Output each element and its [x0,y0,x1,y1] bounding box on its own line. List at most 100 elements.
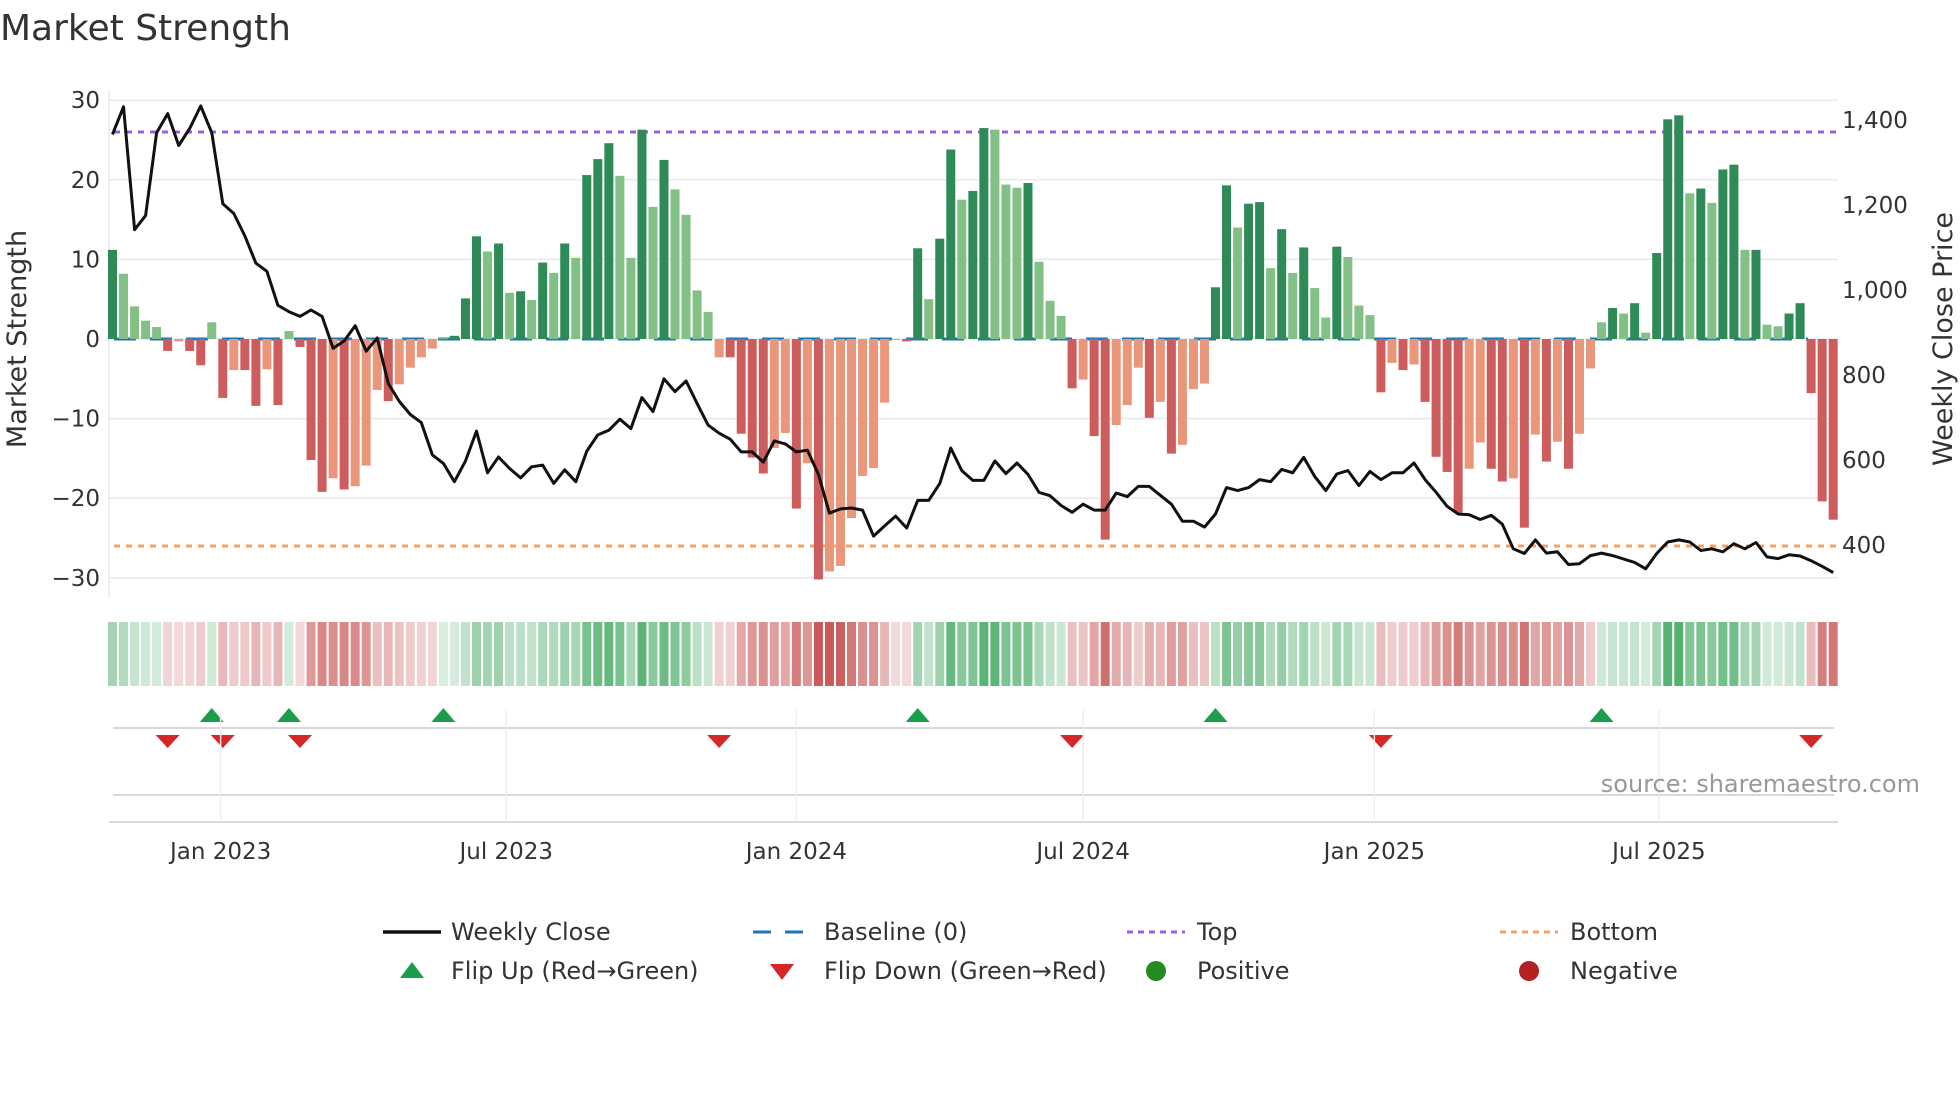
legend-label: Bottom [1570,918,1658,946]
strength-bar [284,331,294,339]
heatmap-cell [339,622,349,686]
heatmap-cell [471,622,481,686]
y-tick-label: −10 [51,407,100,433]
heatmap-cell [1111,622,1121,686]
strength-bar [725,339,735,358]
strength-bar [582,175,592,339]
flip-down-icon [707,735,732,748]
strength-bar [405,339,415,368]
strength-bar [946,149,956,339]
strength-bar [1354,305,1364,339]
heatmap-cell [438,622,448,686]
heatmap-cell [835,622,845,686]
strength-bar [108,249,117,339]
heatmap-cell [1012,622,1022,686]
strength-bar [1420,339,1430,402]
heatmap-cell [1641,622,1651,686]
strength-bar [1530,339,1540,435]
heatmap-cell [328,622,338,686]
strength-bar [1442,339,1452,472]
heatmap-cell [1067,622,1077,686]
heatmap-cell [703,622,713,686]
heatmap-cell [681,622,691,686]
heatmap-cell [758,622,768,686]
heatmap-cell [1508,622,1518,686]
x-tick-label: Jan 2024 [744,839,847,865]
strength-bar [1751,249,1761,339]
strength-bar [968,190,978,339]
heatmap-cell [174,622,184,686]
strength-bar [1199,339,1209,384]
heatmap-cell [1762,622,1772,686]
strength-bar [1552,339,1562,442]
heatmap-cell [1442,622,1452,686]
legend-triangle-up-icon [400,962,424,978]
heatmap-cell [1398,622,1408,686]
flip-up-icon [905,708,930,722]
strength-bar [350,339,360,487]
strength-bar [1034,261,1044,339]
heatmap-cell [659,622,669,686]
heatmap-cell [273,622,283,686]
heatmap-cell [1784,622,1794,686]
strength-bar [1155,339,1165,402]
strength-bar [1144,339,1154,418]
heatmap-cell [1740,622,1750,686]
heatmap-cell [1244,622,1254,686]
heatmap-cell [1729,622,1739,686]
heatmap-cell [1034,622,1044,686]
strength-bar [1586,339,1596,369]
strength-bar [273,339,283,406]
heatmap-cell [1332,622,1342,686]
heatmap-cell [1563,622,1573,686]
heatmap-cell [1652,622,1662,686]
strength-bar [791,339,801,509]
heatmap-cell [648,622,658,686]
strength-bar [869,339,879,468]
heatmap-cell [1751,622,1761,686]
heatmap-cell [152,622,162,686]
strength-bar [1133,339,1143,368]
strength-bar [1784,313,1794,339]
heatmap-cell [880,622,890,686]
x-tick-label: Jul 2023 [457,839,553,865]
strength-bar [1696,188,1706,339]
heatmap-cell [571,622,581,686]
strength-bar [152,327,162,339]
strength-bar [339,339,349,490]
heatmap-cell [538,622,548,686]
heatmap-cell [1707,622,1717,686]
heatmap-cell [990,622,1000,686]
strength-bar [174,339,184,342]
heatmap-cell [251,622,261,686]
heatmap-cell [449,622,459,686]
flip-up-icon [1203,708,1228,722]
flip-up-icon [1589,708,1614,722]
y-tick-label: 0 [85,327,100,353]
heatmap-cell [527,622,537,686]
y2-tick-label: 800 [1842,363,1886,389]
strength-bar [549,272,559,339]
x-tick-label: Jan 2023 [168,839,271,865]
heatmap-cell [1211,622,1220,686]
heatmap-cell [1486,622,1496,686]
strength-bar [1674,115,1684,339]
strength-bar [1244,203,1254,339]
strength-bar [1795,303,1805,339]
flip-down-icon [155,735,180,748]
strength-bar [262,339,272,370]
left-axis-ticks: 30 20 10 0 −10 −20 −30 [51,88,100,592]
heatmap-cell [747,622,757,686]
strength-bar [449,335,459,339]
strength-bar [1255,202,1265,339]
strength-bar [560,243,570,339]
strength-bar [527,299,537,339]
strength-bar [604,143,614,339]
strength-bar [427,339,437,349]
heatmap-cell [1001,622,1011,686]
heatmap-cell [1519,622,1529,686]
strength-bar [1685,193,1695,339]
strength-bar [1078,339,1088,380]
heatmap-cell [1453,622,1463,686]
strength-bar [196,339,206,366]
